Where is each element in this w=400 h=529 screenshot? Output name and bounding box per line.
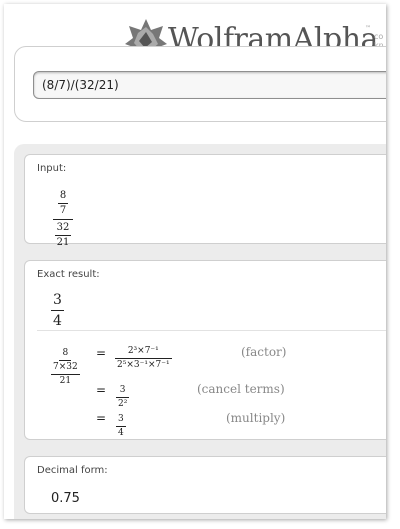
- numerator-value: 3: [119, 385, 126, 395]
- search-box-frame: (8/7)/(32/21): [14, 46, 386, 122]
- step-3-expression: 3 4: [116, 406, 126, 438]
- input-expression: 8 7 32 21: [53, 183, 73, 248]
- denominator-value: 21: [59, 376, 72, 386]
- step-2-expression: 3 2²: [116, 377, 130, 409]
- step-1-note: (factor): [241, 345, 287, 359]
- numerator-value: 3: [118, 414, 124, 424]
- exact-result-value: 3 4: [51, 289, 64, 328]
- input-pod: Input: 8 7 32 21: [24, 154, 386, 248]
- numerator-value: 7×32: [53, 362, 78, 372]
- denominator-value: 4: [53, 313, 62, 329]
- outer-numerator: 8 7: [58, 191, 68, 218]
- exact-result-pod: Exact result: 3 4 8 7×32 21 = 2³×7⁻¹ 2⁵×…: [24, 260, 386, 440]
- step-3-note: (multiply): [226, 411, 286, 425]
- step-1-expression: 2³×7⁻¹ 2⁵×3⁻¹×7⁻¹: [115, 338, 172, 370]
- numerator-value: 8: [62, 348, 69, 358]
- equals-sign: =: [96, 346, 107, 360]
- header: WolframAlpha ™ co kn (8/7)/(32/21): [4, 4, 386, 144]
- step-2-note: (cancel terms): [197, 382, 285, 396]
- numerator-value: 3: [53, 292, 62, 308]
- pod-title: Input:: [37, 163, 67, 174]
- main-fraction-bar: [53, 219, 73, 220]
- decimal-value: 0.75: [51, 491, 80, 506]
- inner-denominator: 7×32 21: [51, 361, 80, 386]
- denominator-value: 2⁵×3⁻¹×7⁻¹: [117, 360, 170, 370]
- nested-fraction: 8 7 32 21: [53, 191, 73, 248]
- numerator-value: 32: [56, 222, 70, 233]
- pod-title: Exact result:: [37, 269, 100, 280]
- denominator-value: 21: [56, 237, 70, 248]
- decimal-form-pod: Decimal form: 0.75: [24, 456, 386, 514]
- denominator-value: 4: [118, 428, 124, 438]
- outer-denominator: 32 21: [54, 221, 72, 248]
- denominator-value: 7: [59, 205, 67, 216]
- search-input[interactable]: (8/7)/(32/21): [33, 71, 386, 99]
- numerator-value: 2³×7⁻¹: [127, 346, 159, 356]
- numerator-value: 8: [59, 190, 67, 201]
- step-lhs: 8 7×32 21: [51, 340, 80, 386]
- equals-sign: =: [96, 383, 107, 397]
- page: WolframAlpha ™ co kn (8/7)/(32/21) Input…: [4, 4, 386, 519]
- step-divider: [37, 330, 386, 331]
- tagline-line-1: co: [374, 32, 384, 41]
- pod-title: Decimal form:: [37, 465, 108, 476]
- equals-sign: =: [96, 411, 107, 425]
- logo-trademark: ™: [365, 25, 371, 32]
